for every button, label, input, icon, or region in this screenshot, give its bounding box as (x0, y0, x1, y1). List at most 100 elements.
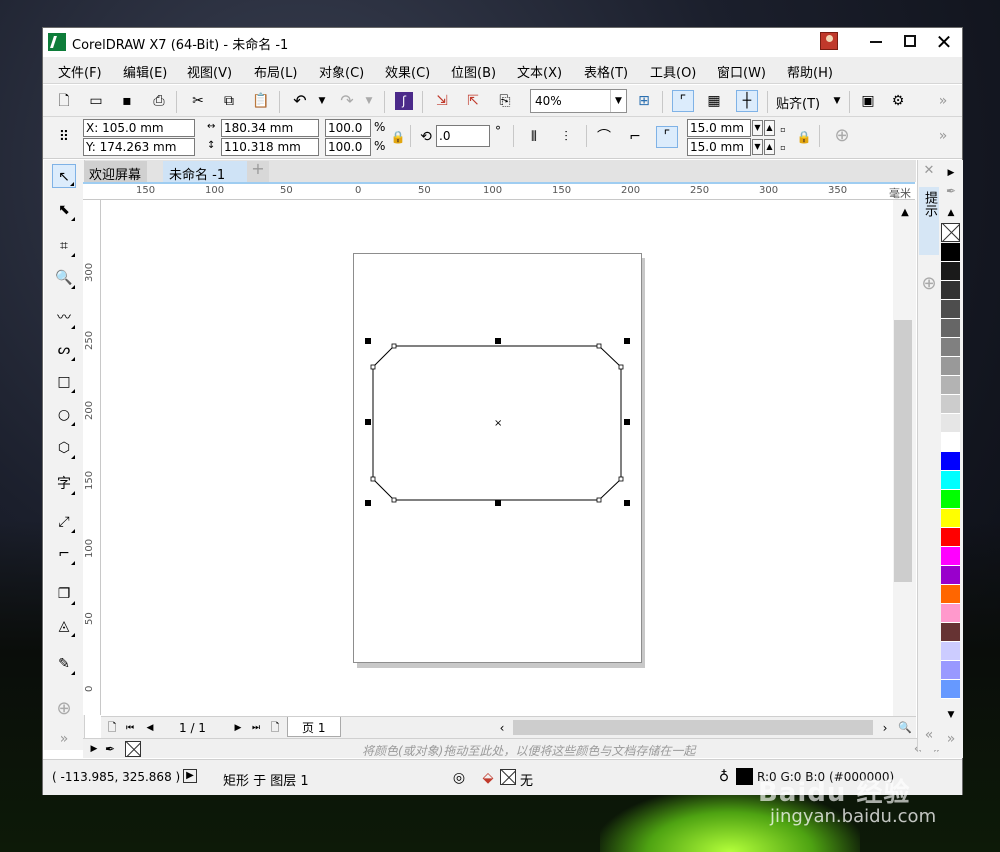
full-screen-preview-icon[interactable]: ⊞ (635, 92, 653, 110)
palette-swatch[interactable] (941, 319, 960, 338)
fill-bucket-icon[interactable]: ⬙ (479, 769, 497, 787)
spin-down-icon[interactable]: ▼ (752, 120, 763, 136)
corner-radius-top-field[interactable]: 15.0 mm (687, 119, 751, 137)
add-tool-icon[interactable]: ⊕ (55, 700, 73, 718)
y-position-field[interactable]: Y: 174.263 mm (83, 138, 195, 156)
freehand-tool-icon[interactable]: 〰 (52, 306, 76, 330)
paste-icon[interactable]: 📋 (252, 92, 270, 110)
redo-dropdown-icon[interactable]: ▼ (360, 92, 378, 110)
scalloped-corner-icon[interactable]: ⌐ (626, 128, 644, 146)
menu-bitmaps[interactable]: 位图(B) (451, 62, 496, 81)
show-grid-icon[interactable]: ▦ (705, 92, 723, 110)
new-document-icon[interactable]: 🗋 (55, 92, 73, 110)
color-eyedropper-icon[interactable]: ✎ (52, 652, 76, 676)
selected-rectangle[interactable]: × (102, 200, 892, 716)
minimize-button[interactable] (861, 30, 891, 54)
palette-swatch[interactable] (941, 566, 960, 585)
chevron-down-icon[interactable]: ▼ (610, 90, 626, 112)
snap-to-dropdown[interactable]: 贴齐(T) (776, 93, 820, 112)
options-icon[interactable]: ⚙ (889, 92, 907, 110)
add-tab-button[interactable]: + (247, 161, 269, 182)
menu-text[interactable]: 文本(X) (517, 62, 562, 81)
eyedropper-icon[interactable]: ✒ (101, 740, 119, 758)
palette-swatch[interactable] (941, 547, 960, 566)
application-launcher-icon[interactable]: ▣ (859, 92, 877, 110)
zoom-navigator-icon[interactable]: 🔍 (896, 719, 914, 737)
rectangle-tool-icon[interactable]: □ (52, 370, 76, 394)
connector-tool-icon[interactable]: ⌐ (52, 542, 76, 566)
menu-file[interactable]: 文件(F) (58, 62, 102, 81)
palette-swatch[interactable] (941, 414, 960, 433)
palette-swatch[interactable] (941, 623, 960, 642)
import-icon[interactable]: ⇲ (433, 92, 451, 110)
vertical-scrollbar[interactable]: ▲ ▼ (893, 200, 916, 740)
corner-radius-bottom-field[interactable]: 15.0 mm (687, 138, 751, 156)
first-page-icon[interactable]: ⏮ (121, 719, 139, 737)
scale-height-field[interactable]: 100.0 (325, 138, 371, 156)
palette-swatch[interactable] (941, 604, 960, 623)
menu-edit[interactable]: 编辑(E) (123, 62, 167, 81)
scroll-right-icon[interactable]: › (876, 719, 894, 737)
scale-width-field[interactable]: 100.0 (325, 119, 371, 137)
outline-pen-icon[interactable]: ♁ (715, 768, 733, 786)
property-bar-more-icon[interactable]: » (934, 127, 952, 145)
toolbar-more-icon[interactable]: » (934, 92, 952, 110)
text-tool-icon[interactable]: 字 (52, 472, 76, 496)
menu-table[interactable]: 表格(T) (584, 62, 628, 81)
artistic-media-icon[interactable]: ᔕ (52, 338, 76, 362)
palette-scroll-down-icon[interactable]: ▼ (942, 706, 960, 724)
pick-tool-icon[interactable]: ↖ (52, 164, 76, 188)
height-field[interactable]: 110.318 mm (221, 138, 319, 156)
lock-ratio-icon[interactable]: 🔒 (389, 128, 407, 146)
docker-close-icon[interactable]: ✕ (920, 162, 938, 180)
round-corner-icon[interactable]: ⌒ (595, 128, 613, 146)
zoom-level-combo[interactable]: 40% ▼ (530, 89, 627, 113)
x-position-field[interactable]: X: 105.0 mm (83, 119, 195, 137)
close-button[interactable]: ✕ (929, 30, 959, 54)
palette-expand-icon[interactable]: » (942, 730, 960, 748)
publish-pdf-icon[interactable]: ⎘ (496, 92, 514, 110)
palette-swatch[interactable] (941, 357, 960, 376)
cut-icon[interactable]: ✂ (189, 92, 207, 110)
undo-dropdown-icon[interactable]: ▼ (313, 92, 331, 110)
palette-swatch[interactable] (941, 262, 960, 281)
palette-eyedropper-icon[interactable]: ✒ (942, 182, 960, 200)
spin-down-icon[interactable]: ▼ (752, 139, 763, 155)
drawing-canvas[interactable]: × (102, 200, 916, 716)
redo-icon[interactable]: ↷ (338, 92, 356, 110)
drop-shadow-tool-icon[interactable]: ❐ (52, 582, 76, 606)
palette-swatch[interactable] (941, 376, 960, 395)
palette-scroll-up-icon[interactable]: ▲ (942, 204, 960, 222)
fill-tool-icon[interactable]: ◎ (450, 769, 468, 787)
scroll-up-icon[interactable]: ▲ (896, 204, 914, 222)
hints-tab[interactable]: 提示 (919, 187, 939, 255)
palette-swatch[interactable] (941, 490, 960, 509)
show-guidelines-icon[interactable]: ┼ (736, 90, 758, 112)
ellipse-tool-icon[interactable]: ○ (52, 403, 76, 427)
vertical-scroll-thumb[interactable] (894, 320, 912, 582)
shape-tool-icon[interactable]: ⬉ (52, 198, 76, 222)
search-content-icon[interactable]: ʃ (395, 92, 413, 110)
menu-view[interactable]: 视图(V) (187, 62, 232, 81)
open-icon[interactable]: ▭ (87, 92, 105, 110)
lock-corners-icon[interactable]: 🔒 (795, 128, 813, 146)
dimension-tool-icon[interactable]: ⤢ (52, 510, 76, 534)
last-page-icon[interactable]: ⏭ (247, 719, 265, 737)
toolbox-more-icon[interactable]: » (55, 730, 73, 748)
crop-tool-icon[interactable]: ⌗ (52, 234, 76, 258)
palette-swatch[interactable] (941, 338, 960, 357)
palette-swatch[interactable] (941, 471, 960, 490)
palette-swatch[interactable] (941, 433, 960, 452)
palette-swatch[interactable] (941, 243, 960, 262)
zoom-tool-icon[interactable]: 🔍 (52, 266, 76, 290)
rotation-angle-field[interactable]: .0 (436, 125, 490, 147)
no-color-swatch[interactable] (125, 741, 141, 757)
show-rulers-icon[interactable]: ⌜ (672, 90, 694, 112)
add-icon[interactable]: ⊕ (833, 127, 851, 145)
status-menu-icon[interactable]: ▶ (183, 769, 197, 783)
scroll-left-icon[interactable]: ‹ (493, 719, 511, 737)
user-account-icon[interactable] (820, 32, 838, 50)
copy-icon[interactable]: ⧉ (220, 92, 238, 110)
palette-swatch[interactable] (941, 395, 960, 414)
print-icon[interactable]: ⎙ (150, 92, 168, 110)
